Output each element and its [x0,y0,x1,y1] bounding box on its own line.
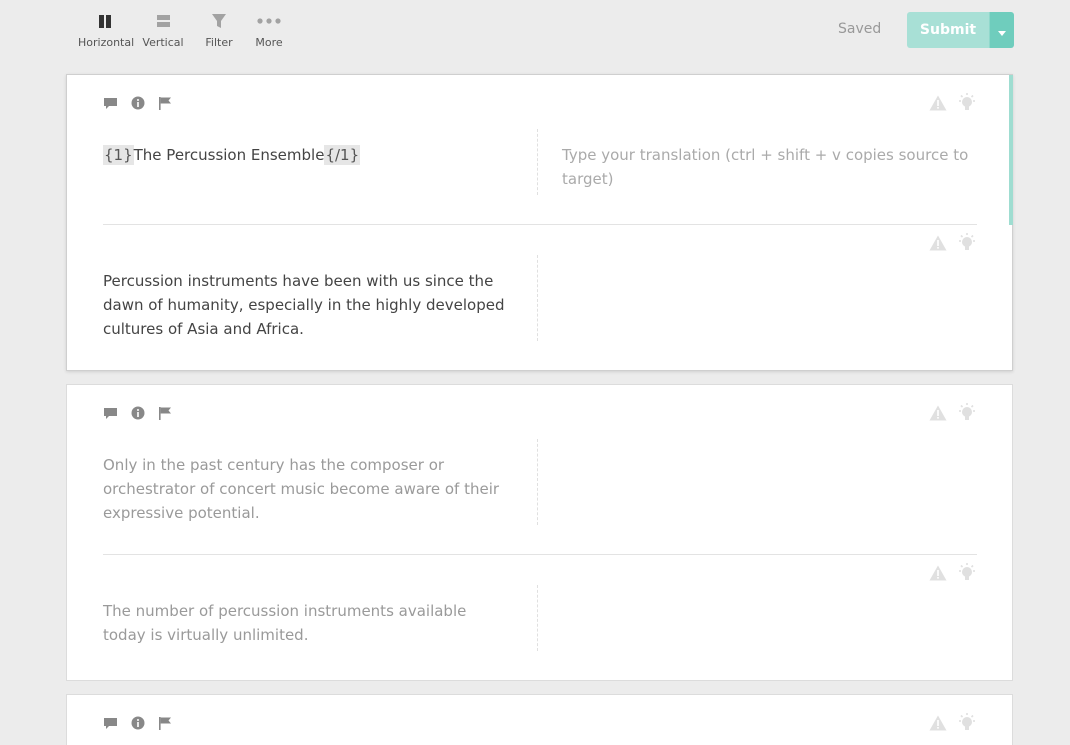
lightbulb-icon[interactable] [956,92,978,118]
lightbulb-icon[interactable] [956,712,978,738]
segment-divider [103,224,977,225]
submit-group: Submit [907,12,1014,48]
warning-icon[interactable] [929,715,947,735]
filter-button[interactable]: Filter [200,10,238,49]
submit-dropdown-button[interactable] [989,12,1014,48]
segment-status-icons [929,402,978,428]
target-input[interactable] [562,599,972,649]
info-icon[interactable] [131,406,145,420]
comment-icon[interactable] [103,97,118,110]
segment-card: Only in the past century has the compose… [66,384,1013,681]
rows-icon [140,10,186,32]
lightbulb-icon[interactable] [956,232,978,258]
segment-icons [103,716,172,730]
filter-icon [200,10,238,32]
lightbulb-icon[interactable] [956,562,978,588]
more-label: More [255,36,283,49]
segment-status-icons [929,712,978,738]
target-input[interactable] [562,269,972,341]
comment-icon[interactable] [103,717,118,730]
caret-down-icon [998,21,1006,40]
submit-button[interactable]: Submit [907,12,989,48]
source-text-content: The Percussion Ensemble [133,146,325,164]
saved-status: Saved [838,21,882,37]
warning-icon[interactable] [929,235,947,255]
target-input[interactable] [562,453,972,525]
vertical-label: Vertical [142,36,184,49]
inline-tag[interactable]: {1} [103,145,134,165]
info-icon[interactable] [131,716,145,730]
segment-icons [103,96,172,110]
target-input[interactable]: Type your translation (ctrl + shift + v … [562,143,972,191]
column-divider [537,585,538,651]
segment-card [66,694,1013,745]
flag-icon[interactable] [158,96,172,110]
flag-icon[interactable] [158,716,172,730]
filter-label: Filter [205,36,233,49]
segment-card: {1}The Percussion Ensemble{/1} Type your… [66,74,1013,371]
horizontal-layout-button[interactable]: Horizontal [78,10,135,49]
segment-status-icons [929,92,978,118]
more-dots-icon [250,10,288,32]
warning-icon[interactable] [929,95,947,115]
active-indicator [1009,75,1013,225]
segment-status-icons [929,232,978,258]
inline-tag[interactable]: {/1} [324,145,361,165]
column-divider [537,439,538,525]
comment-icon[interactable] [103,407,118,420]
toolbar: Horizontal Vertical Filter More Saved Su… [0,0,1070,62]
columns-icon [78,10,132,32]
segment-status-icons [929,562,978,588]
horizontal-label: Horizontal [78,36,135,49]
segment-icons [103,406,172,420]
more-button[interactable]: More [250,10,288,49]
warning-icon[interactable] [929,565,947,585]
flag-icon[interactable] [158,406,172,420]
segment-divider [103,554,977,555]
warning-icon[interactable] [929,405,947,425]
lightbulb-icon[interactable] [956,402,978,428]
source-text: The number of percussion instruments ava… [103,602,467,644]
column-divider [537,255,538,341]
source-text: Only in the past century has the compose… [103,456,500,522]
vertical-layout-button[interactable]: Vertical [140,10,186,49]
column-divider [537,129,538,195]
info-icon[interactable] [131,96,145,110]
source-text: Percussion instruments have been with us… [103,272,505,338]
source-text: {1}The Percussion Ensemble{/1} [103,143,513,167]
